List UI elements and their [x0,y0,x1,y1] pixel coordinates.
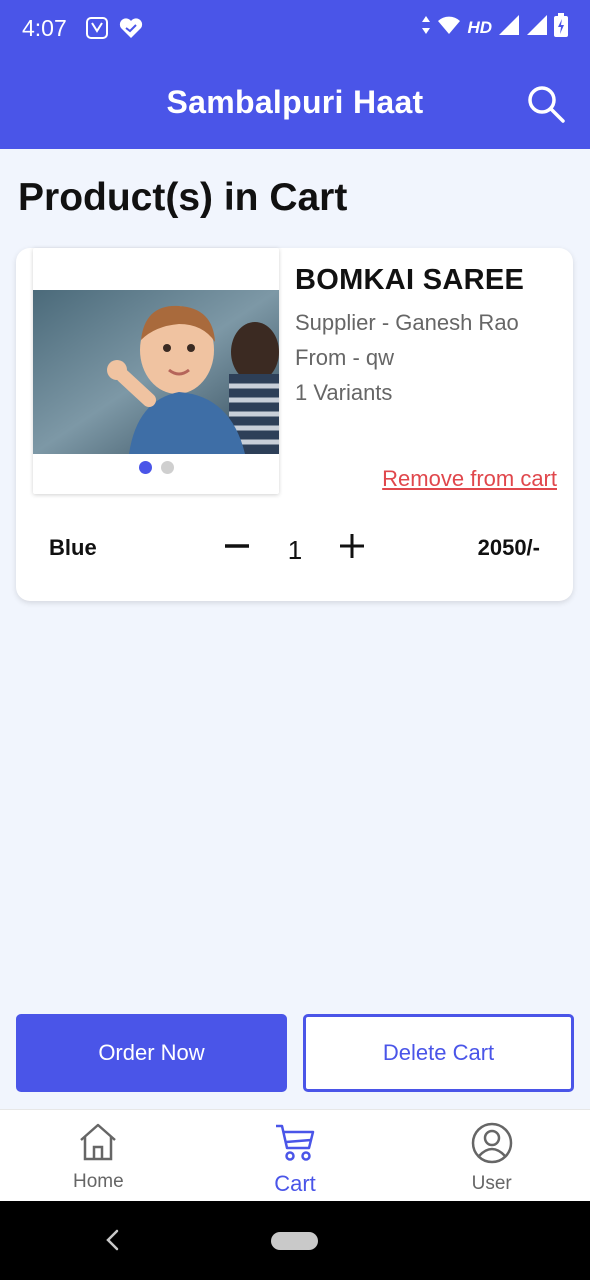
battery-icon [554,13,568,43]
product-origin: From - qw [295,345,394,370]
signal-roaming-icon [526,14,548,42]
home-pill-button[interactable] [271,1232,318,1250]
app-bar: Sambalpuri Haat [0,56,590,149]
delete-cart-button[interactable]: Delete Cart [303,1014,574,1092]
system-navigation-bar [0,1201,590,1280]
bottom-navigation: Home Cart User [0,1109,590,1201]
item-price: 2050/- [477,535,540,560]
page-title: Product(s) in Cart [18,176,348,219]
app-notification-icon [85,16,109,40]
decrease-quantity-button[interactable] [220,529,254,563]
product-variants-count: 1 Variants [295,380,393,405]
status-bar: 4:07 HD [0,0,590,56]
status-time: 4:07 [22,14,67,41]
app-title: Sambalpuri Haat [166,84,424,120]
signal-icon [498,14,520,42]
data-arrows-icon [421,15,431,41]
order-now-button[interactable]: Order Now [16,1014,287,1092]
cart-item-card: BOMKAI SAREE Supplier - Ganesh Rao From … [16,248,573,601]
carousel-dots [33,461,279,474]
nav-item-home[interactable]: Home [0,1110,197,1201]
nav-label-cart: Cart [274,1171,316,1196]
nav-label-home: Home [72,1171,124,1192]
back-icon[interactable] [104,1228,120,1257]
remove-from-cart-link[interactable]: Remove from cart [382,466,557,492]
carousel-dot[interactable] [160,461,174,474]
nav-item-cart[interactable]: Cart [197,1110,394,1201]
product-image [33,290,279,454]
product-name: BOMKAI SAREE [295,264,525,296]
nav-item-user[interactable]: User [393,1110,590,1201]
wifi-icon [437,15,461,41]
carousel-dot[interactable] [138,461,152,474]
product-supplier: Supplier - Ganesh Rao [295,310,519,335]
cart-icon [274,1122,316,1167]
increase-quantity-button[interactable] [335,529,369,563]
user-icon [471,1122,513,1169]
home-icon [77,1122,119,1167]
product-image-carousel[interactable] [33,248,279,494]
search-icon[interactable] [526,84,566,129]
nav-label-user: User [471,1173,512,1194]
network-type-label: HD [467,18,492,37]
quantity-value: 1 [287,535,303,565]
heart-icon [119,17,143,39]
variant-name: Blue [49,535,97,560]
